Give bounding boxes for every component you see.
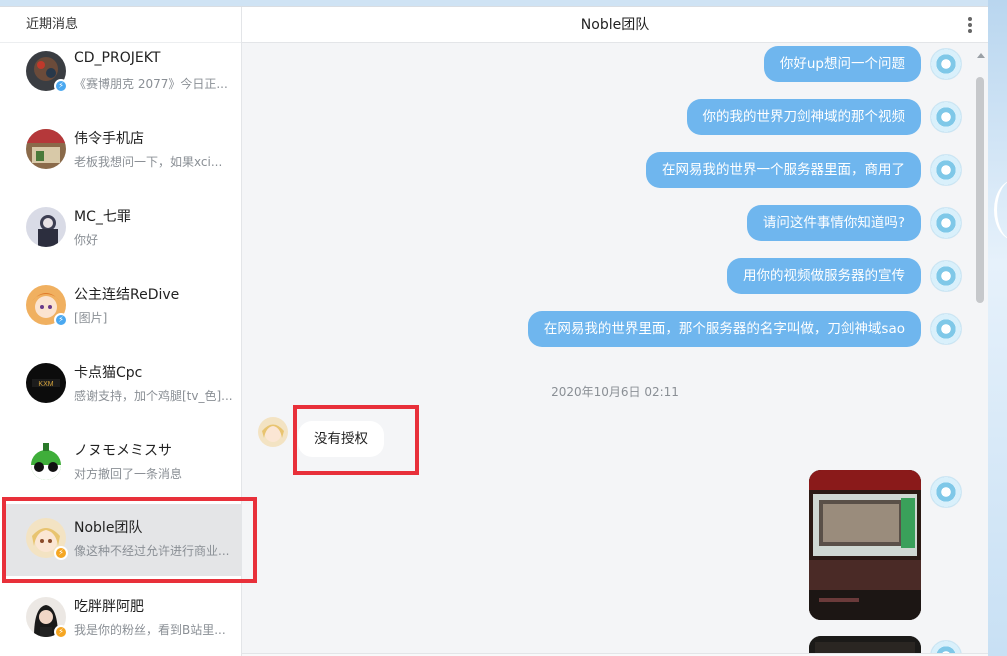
avatar[interactable] bbox=[930, 260, 962, 292]
message-bubble-outgoing[interactable]: 用你的视频做服务器的宣传 bbox=[727, 258, 921, 294]
highlight-box-selected-conversation bbox=[2, 497, 257, 583]
message-bubble-outgoing[interactable]: 你的我的世界刀剑神域的那个视频 bbox=[686, 99, 921, 135]
message-list[interactable]: 你好up想问一个问题 你的我的世界刀剑神域的那个视频 在网易我的世界一个服务器里… bbox=[242, 43, 988, 656]
conversation-item-cd-projekt[interactable]: ⚡ CD_PROJEKT 《赛博朋克 2077》今日正... bbox=[0, 47, 241, 119]
message-bubble-outgoing[interactable]: 在网易我的世界里面，那个服务器的名字叫做，刀剑神域sao bbox=[527, 311, 921, 347]
conversation-item-weiling[interactable]: 伟令手机店 老板我想问一下，如果xci... bbox=[0, 125, 241, 197]
desktop-background bbox=[988, 0, 1007, 656]
conversation-item-princess-connect[interactable]: ⚡ 公主连结ReDive [图片] bbox=[0, 281, 241, 353]
conversation-item-kadianmao[interactable]: KXM 卡点猫Cpc 感谢支持，加个鸡腿[tv_色]... bbox=[0, 359, 241, 431]
highlight-box-reply bbox=[293, 405, 419, 475]
avatar[interactable] bbox=[930, 101, 962, 133]
lightning-icon: ⚡ bbox=[54, 79, 68, 93]
message-bubble-outgoing[interactable]: 请问这件事情你知道吗? bbox=[746, 205, 921, 241]
desktop-decoration bbox=[994, 180, 1007, 240]
message-scrollbar[interactable] bbox=[976, 77, 984, 303]
scroll-up-icon[interactable] bbox=[977, 53, 985, 58]
conversation-preview: 感谢支持，加个鸡腿[tv_色]... bbox=[74, 389, 233, 403]
avatar bbox=[26, 129, 66, 169]
lightning-icon: ⚡ bbox=[54, 625, 68, 639]
image-message[interactable] bbox=[809, 470, 921, 620]
conversation-name: ノヌモメミスサ bbox=[74, 443, 172, 459]
conversation-preview: 我是你的粉丝，看到B站里... bbox=[74, 623, 226, 637]
conversation-name: CD_PROJEKT bbox=[74, 50, 161, 66]
avatar[interactable] bbox=[258, 417, 288, 447]
conversation-preview: 老板我想问一下，如果xci... bbox=[74, 155, 223, 169]
conversation-preview: 《赛博朋克 2077》今日正... bbox=[74, 77, 228, 91]
message-bubble-outgoing[interactable]: 你好up想问一个问题 bbox=[763, 46, 921, 82]
chat-title: Noble团队 bbox=[580, 17, 650, 33]
avatar: KXM bbox=[26, 363, 66, 403]
lightning-icon: ⚡ bbox=[54, 313, 68, 327]
conversation-preview: [图片] bbox=[74, 311, 108, 325]
conversation-preview: 你好 bbox=[74, 233, 99, 247]
conversation-name: 公主连结ReDive bbox=[74, 287, 180, 303]
conversation-item-chipangpang[interactable]: ⚡ 吃胖胖阿肥 我是你的粉丝，看到B站里... bbox=[0, 593, 241, 656]
avatar[interactable] bbox=[930, 48, 962, 80]
chat-header: Noble团队 bbox=[242, 7, 988, 43]
conversation-item-mc-qizui[interactable]: MC_七罪 你好 bbox=[0, 203, 241, 275]
conversation-name: 伟令手机店 bbox=[74, 131, 144, 147]
sidebar-title: 近期消息 bbox=[0, 7, 241, 43]
avatar[interactable] bbox=[930, 154, 962, 186]
avatar[interactable] bbox=[930, 207, 962, 239]
chat-window: 近期消息 ⚡ CD_PROJEKT 《赛博朋克 2077》今日正... 伟令手机… bbox=[0, 6, 988, 656]
conversation-name: 卡点猫Cpc bbox=[74, 365, 143, 381]
avatar[interactable] bbox=[930, 313, 962, 345]
conversation-name: 吃胖胖阿肥 bbox=[74, 599, 144, 615]
message-timestamp: 2020年10月6日 02:11 bbox=[551, 385, 679, 399]
avatar[interactable] bbox=[930, 476, 962, 508]
svg-text:KXM: KXM bbox=[38, 381, 53, 388]
message-bubble-outgoing[interactable]: 在网易我的世界一个服务器里面，商用了 bbox=[646, 152, 921, 188]
avatar bbox=[26, 207, 66, 247]
conversation-name: MC_七罪 bbox=[74, 209, 131, 225]
conversation-preview: 对方撤回了一条消息 bbox=[74, 467, 183, 481]
avatar bbox=[26, 441, 66, 481]
more-vertical-icon[interactable] bbox=[968, 17, 972, 33]
